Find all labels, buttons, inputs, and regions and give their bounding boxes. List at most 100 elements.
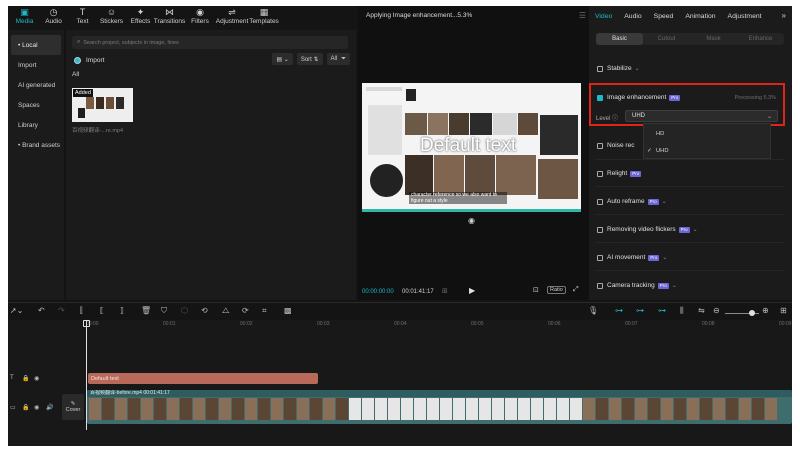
sort-button[interactable]: Sort ⇅	[296, 53, 323, 65]
filter-icon: ⏷	[341, 55, 346, 62]
camera-tracking-checkbox[interactable]	[597, 282, 603, 289]
sidebar-item-2[interactable]: AI generated	[11, 75, 61, 95]
preview-figure	[538, 159, 578, 199]
tool-transitions[interactable]: ⋈ Transitions	[154, 6, 186, 28]
split-right-icon[interactable]: ⟧	[120, 306, 124, 315]
eye-icon[interactable]: ◉	[34, 404, 39, 411]
stabilize-checkbox[interactable]	[597, 65, 603, 72]
select-tool-icon[interactable]: ➚⌄	[10, 306, 23, 315]
video-frame	[154, 398, 166, 420]
sidebar-item-3[interactable]: Spaces	[11, 95, 61, 115]
shield-icon[interactable]: ⛉	[161, 306, 167, 316]
ratio-button[interactable]: Ratio	[547, 286, 566, 294]
freeze-icon[interactable]: ⬡	[181, 306, 188, 315]
grid-icon[interactable]: ⊞	[442, 287, 448, 295]
video-frame	[583, 398, 595, 420]
media-search-input[interactable]: ⌕ Search project, subjects in image, lin…	[72, 36, 348, 49]
tool-filters[interactable]: ◉ Filters	[184, 6, 216, 28]
snapshot-icon[interactable]: ◉	[468, 216, 475, 225]
redo-icon[interactable]: ↷	[58, 306, 65, 315]
removing-flickers-checkbox[interactable]	[597, 226, 603, 233]
tool-effects[interactable]: ✦ Effects	[126, 6, 155, 28]
fit-timeline-icon[interactable]: ⊞	[780, 306, 787, 315]
subtab-mask[interactable]: Mask	[690, 33, 737, 45]
tool-text[interactable]: T Text	[68, 6, 97, 28]
image-enhancement-row[interactable]: Image enhancement Pro	[597, 94, 681, 101]
all-filter-button[interactable]: All ⏷	[326, 53, 350, 65]
video-frame	[297, 398, 309, 420]
tool-audio[interactable]: ◷ Audio	[39, 6, 68, 28]
relight-checkbox[interactable]	[597, 170, 603, 177]
eye-icon[interactable]: ◉	[34, 375, 39, 382]
split-left-icon[interactable]: ⟦	[100, 306, 104, 315]
subtab-basic[interactable]: Basic	[596, 33, 643, 45]
subtab-enhance[interactable]: Enhance	[737, 33, 784, 45]
tab-audio[interactable]: Audio	[618, 13, 647, 20]
text-clip[interactable]: Default text	[88, 373, 318, 384]
mirror-icon[interactable]: ⧍	[222, 306, 229, 316]
media-thumbnail[interactable]: Added	[72, 88, 133, 122]
split-icon[interactable]: ⫿	[80, 306, 83, 316]
level-option-hd[interactable]: HD	[644, 126, 770, 141]
sidebar-item-1[interactable]: Import	[11, 55, 61, 75]
zoom-slider-handle[interactable]	[749, 310, 755, 316]
auto-reframe-checkbox[interactable]	[597, 198, 603, 205]
zoom-out-icon[interactable]: ⊖	[713, 306, 720, 315]
split-view-icon[interactable]: ⫼	[680, 306, 684, 316]
video-frame	[284, 398, 296, 420]
reverse-icon[interactable]: ⟲	[201, 306, 208, 315]
tool-media[interactable]: ▣ Media	[10, 6, 39, 28]
menu-icon[interactable]: ☰	[579, 11, 586, 20]
tab-speed[interactable]: Speed	[648, 13, 680, 20]
tool-adjustment[interactable]: ⇌ Adjustment	[216, 6, 249, 28]
microphone-icon[interactable]: 🎙	[588, 306, 598, 315]
ai-tool-icon[interactable]: ▩	[284, 306, 292, 315]
play-button[interactable]: ▶	[469, 286, 475, 295]
removing-flickers-row[interactable]: Removing video flickers Pro ⌄	[597, 226, 698, 233]
lock-icon[interactable]: 🔒	[22, 404, 29, 411]
playhead-handle[interactable]	[83, 320, 90, 327]
link-clips-icon[interactable]: ⊶	[636, 306, 644, 315]
relight-row[interactable]: Relight Pro	[597, 170, 642, 177]
ai-movement-row[interactable]: AI movement Pro ⌄	[597, 254, 667, 261]
sidebar-item-0[interactable]: • Local	[11, 35, 61, 55]
level-select[interactable]: UHD ⌄	[625, 110, 778, 122]
ai-movement-checkbox[interactable]	[597, 254, 603, 261]
subtab-cutout[interactable]: Cutout	[643, 33, 690, 45]
stabilize-row[interactable]: Stabilize ⌄	[597, 65, 640, 72]
video-preview[interactable]: Default text character reference so we a…	[362, 83, 581, 209]
tab-animation[interactable]: Animation	[679, 13, 721, 20]
noise-reduction-checkbox[interactable]	[597, 142, 603, 149]
sidebar-item-4[interactable]: Library	[11, 115, 61, 135]
image-enhancement-checkbox[interactable]	[597, 94, 603, 101]
level-option-uhd[interactable]: ✓ UHD	[644, 143, 770, 158]
import-button[interactable]: Import	[74, 55, 104, 65]
video-clip[interactable]: 百视频翻译-before.mp4 00:01:41:17	[87, 390, 792, 424]
timeline-ruler[interactable]: 00:00 00:01 00:02 00:03 00:04 00:05 00:06 00:07…	[86, 320, 792, 330]
snap-icon[interactable]: ⊶	[658, 306, 666, 315]
tool-templates[interactable]: ▦ Templates	[248, 6, 280, 28]
link-main-track-icon[interactable]: ⊶	[615, 306, 623, 315]
auto-reframe-row[interactable]: Auto reframe Pro ⌄	[597, 198, 667, 205]
video-frame	[89, 398, 101, 420]
sidebar-item-5[interactable]: • Brand assets	[11, 135, 61, 155]
preview-axis-icon[interactable]: ⇋	[698, 306, 705, 315]
fullscreen-icon[interactable]: ⤢	[573, 286, 579, 294]
undo-icon[interactable]: ↶	[38, 306, 45, 315]
fit-icon[interactable]: ⊡	[533, 286, 539, 294]
cover-button[interactable]: ✎ Cover	[62, 394, 84, 420]
noise-reduction-row[interactable]: Noise rec	[597, 142, 634, 149]
rotate-icon[interactable]: ⟳	[242, 306, 249, 315]
view-toggle-button[interactable]: ▤ ⌄	[272, 53, 293, 65]
tool-stickers[interactable]: ☺ Stickers	[97, 6, 126, 28]
tab-video[interactable]: Video	[589, 13, 618, 20]
delete-icon[interactable]: 🗑	[141, 306, 151, 315]
tab-adjustment[interactable]: Adjustment	[722, 13, 768, 20]
more-tabs-icon[interactable]: »	[782, 11, 786, 20]
camera-tracking-row[interactable]: Camera tracking Pro ⌄	[597, 282, 677, 289]
lock-icon[interactable]: 🔒	[22, 375, 29, 382]
zoom-in-icon[interactable]: ⊕	[762, 306, 769, 315]
app-window: ▣ Media ◷ Audio T Text ☺ Stickers ✦ Effects ⋈ Trans…	[8, 6, 792, 446]
audio-icon[interactable]: 🔊	[46, 404, 53, 411]
crop-icon[interactable]: ⌗	[262, 306, 267, 316]
